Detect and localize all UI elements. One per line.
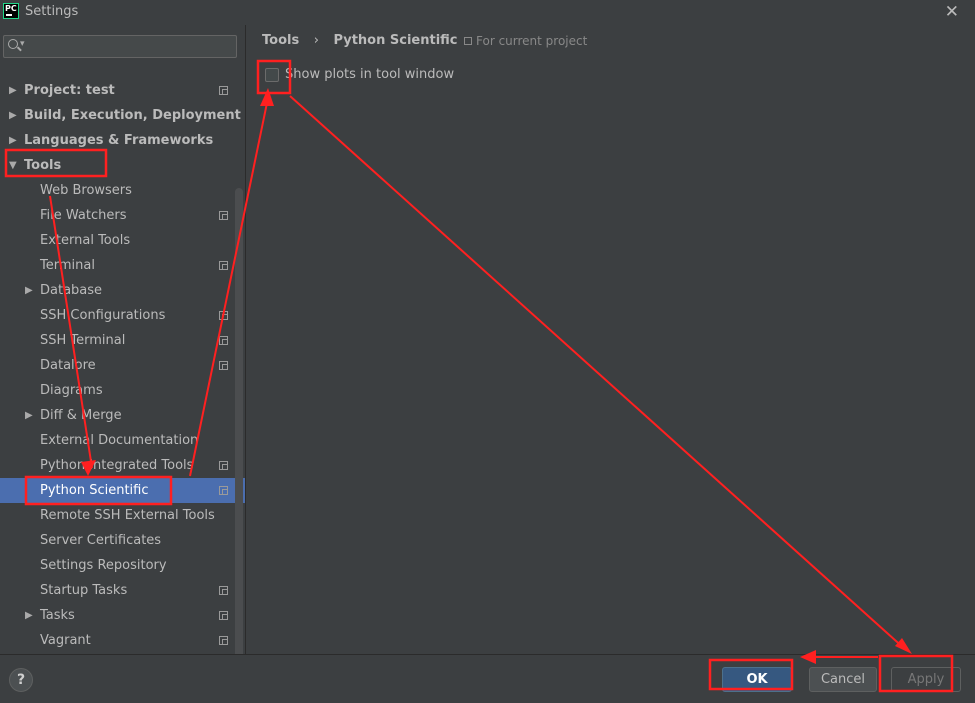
search-input[interactable]: ▾ bbox=[3, 35, 237, 58]
sidebar-item-label: Remote SSH External Tools bbox=[40, 508, 215, 523]
sidebar-item-tasks[interactable]: Tasks bbox=[0, 603, 245, 628]
close-icon[interactable]: ✕ bbox=[945, 2, 959, 22]
chevron-right-icon[interactable] bbox=[25, 278, 33, 303]
sidebar-item-label: Tasks bbox=[40, 608, 75, 623]
sidebar-item-remote-ssh-external-tools[interactable]: Remote SSH External Tools bbox=[0, 503, 245, 528]
chevron-down-icon[interactable] bbox=[9, 153, 17, 178]
sidebar-item-label: Database bbox=[40, 283, 103, 298]
copy-icon bbox=[219, 636, 228, 645]
sidebar-item-web-browsers[interactable]: Web Browsers bbox=[0, 178, 245, 203]
dialog-footer: ? OK Cancel Apply bbox=[0, 654, 975, 703]
copy-icon bbox=[219, 361, 228, 370]
chevron-right-icon[interactable] bbox=[9, 128, 17, 153]
sidebar-item-database[interactable]: Database bbox=[0, 278, 245, 303]
show-plots-checkbox[interactable] bbox=[265, 68, 279, 82]
breadcrumb: Tools › Python Scientific bbox=[262, 33, 458, 48]
sidebar-item-settings-repository[interactable]: Settings Repository bbox=[0, 553, 245, 578]
sidebar-item-languages-frameworks[interactable]: Languages & Frameworks bbox=[0, 128, 245, 153]
sidebar-item-external-tools[interactable]: External Tools bbox=[0, 228, 245, 253]
sidebar-item-python-scientific[interactable]: Python Scientific bbox=[0, 478, 245, 503]
sidebar-item-label: Python Integrated Tools bbox=[40, 458, 194, 473]
sidebar-item-label: Languages & Frameworks bbox=[24, 133, 214, 148]
sidebar-item-vagrant[interactable]: Vagrant bbox=[0, 628, 245, 653]
sidebar-item-diagrams[interactable]: Diagrams bbox=[0, 378, 245, 403]
sidebar-item-project-test[interactable]: Project: test bbox=[0, 78, 245, 103]
copy-icon bbox=[464, 37, 472, 45]
help-icon[interactable]: ? bbox=[9, 668, 33, 692]
pycharm-icon: PC bbox=[3, 3, 19, 19]
sidebar-scrollbar[interactable] bbox=[235, 188, 243, 654]
copy-icon bbox=[219, 336, 228, 345]
sidebar-item-label: Web Browsers bbox=[40, 183, 132, 198]
search-icon bbox=[8, 39, 18, 49]
sidebar-item-label: Project: test bbox=[24, 83, 115, 98]
sidebar-item-diff-merge[interactable]: Diff & Merge bbox=[0, 403, 245, 428]
sidebar-item-label: Settings Repository bbox=[40, 558, 167, 573]
chevron-right-icon[interactable] bbox=[9, 78, 17, 103]
sidebar-item-startup-tasks[interactable]: Startup Tasks bbox=[0, 578, 245, 603]
sidebar-item-build-execution-deployment[interactable]: Build, Execution, Deployment bbox=[0, 103, 245, 128]
chevron-right-icon[interactable] bbox=[25, 603, 33, 628]
breadcrumb-python-scientific: Python Scientific bbox=[333, 33, 458, 48]
copy-icon bbox=[219, 611, 228, 620]
apply-button[interactable]: Apply bbox=[891, 667, 961, 692]
settings-sidebar: ▾ Project: test Build, Execution, Deploym… bbox=[0, 25, 245, 654]
sidebar-item-ssh-terminal[interactable]: SSH Terminal bbox=[0, 328, 245, 353]
sidebar-item-label: Diagrams bbox=[40, 383, 103, 398]
sidebar-item-label: Terminal bbox=[40, 258, 95, 273]
chevron-right-icon[interactable] bbox=[9, 103, 17, 128]
sidebar-item-label: Datalore bbox=[40, 358, 96, 373]
copy-icon bbox=[219, 261, 228, 270]
sidebar-item-label: Tools bbox=[24, 158, 62, 173]
sidebar-item-file-watchers[interactable]: File Watchers bbox=[0, 203, 245, 228]
title-bar: PC Settings ✕ bbox=[0, 0, 975, 25]
copy-icon bbox=[219, 86, 228, 95]
settings-content: Tools › Python Scientific For current pr… bbox=[246, 25, 975, 654]
copy-icon bbox=[219, 486, 228, 495]
sidebar-item-python-integrated-tools[interactable]: Python Integrated Tools bbox=[0, 453, 245, 478]
sidebar-item-terminal[interactable]: Terminal bbox=[0, 253, 245, 278]
ok-button[interactable]: OK bbox=[722, 667, 792, 692]
breadcrumb-separator: › bbox=[313, 33, 319, 48]
sidebar-item-label: External Documentation bbox=[40, 433, 199, 448]
copy-icon bbox=[219, 461, 228, 470]
sidebar-item-ssh-configurations[interactable]: SSH Configurations bbox=[0, 303, 245, 328]
sidebar-item-external-documentation[interactable]: External Documentation bbox=[0, 428, 245, 453]
cancel-button[interactable]: Cancel bbox=[809, 667, 877, 692]
sidebar-item-label: Python Scientific bbox=[40, 483, 149, 498]
sidebar-item-tools[interactable]: Tools bbox=[0, 153, 245, 178]
sidebar-item-label: Startup Tasks bbox=[40, 583, 128, 598]
show-plots-label[interactable]: Show plots in tool window bbox=[285, 67, 454, 82]
breadcrumb-tools[interactable]: Tools bbox=[262, 33, 299, 48]
sidebar-item-label: External Tools bbox=[40, 233, 131, 248]
sidebar-item-datalore[interactable]: Datalore bbox=[0, 353, 245, 378]
copy-icon bbox=[219, 586, 228, 595]
sidebar-item-label: File Watchers bbox=[40, 208, 127, 223]
sidebar-item-label: Build, Execution, Deployment bbox=[24, 108, 241, 123]
window-title: Settings bbox=[25, 4, 79, 19]
sidebar-item-label: SSH Terminal bbox=[40, 333, 126, 348]
sidebar-item-label: SSH Configurations bbox=[40, 308, 166, 323]
sidebar-item-label: Vagrant bbox=[40, 633, 91, 648]
chevron-right-icon[interactable] bbox=[25, 403, 33, 428]
sidebar-item-server-certificates[interactable]: Server Certificates bbox=[0, 528, 245, 553]
copy-icon bbox=[219, 211, 228, 220]
scope-note-text: For current project bbox=[476, 34, 588, 48]
sidebar-item-label: Diff & Merge bbox=[40, 408, 122, 423]
copy-icon bbox=[219, 311, 228, 320]
sidebar-item-label: Server Certificates bbox=[40, 533, 162, 548]
app-icon-text: PC bbox=[5, 4, 17, 13]
chevron-down-icon: ▾ bbox=[20, 39, 25, 49]
scope-note: For current project bbox=[464, 34, 587, 48]
